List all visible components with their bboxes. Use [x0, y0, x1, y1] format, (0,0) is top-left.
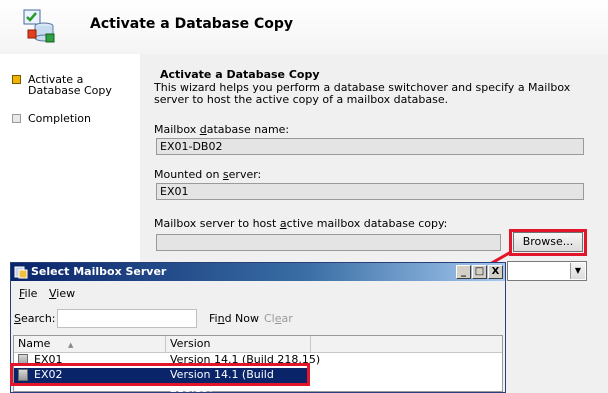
find-now-button[interactable]: Find Now — [209, 312, 259, 325]
search-bar: Search: Find Now Clear — [11, 307, 505, 331]
dialog-menu-bar: File View — [11, 283, 505, 303]
minimize-button[interactable]: _ — [456, 265, 471, 279]
maximize-button[interactable]: □ — [472, 265, 487, 279]
menu-file[interactable]: File — [19, 287, 37, 300]
selected-row-highlight-box — [10, 363, 310, 386]
search-input[interactable] — [57, 309, 197, 328]
clear-button[interactable]: Clear — [264, 312, 293, 325]
menu-view[interactable]: View — [49, 287, 75, 300]
column-header-name[interactable]: Name ▲ — [14, 336, 166, 352]
sort-ascending-icon: ▲ — [67, 341, 74, 349]
search-label: Search: — [14, 312, 56, 325]
dialog-title: Select Mailbox Server — [31, 265, 167, 278]
list-header: Name ▲ Version — [14, 336, 502, 353]
column-header-version[interactable]: Version — [166, 336, 311, 352]
close-button[interactable]: X — [488, 265, 503, 279]
dialog-titlebar[interactable]: Select Mailbox Server _ □ X — [11, 263, 505, 281]
server-icon — [14, 266, 28, 279]
